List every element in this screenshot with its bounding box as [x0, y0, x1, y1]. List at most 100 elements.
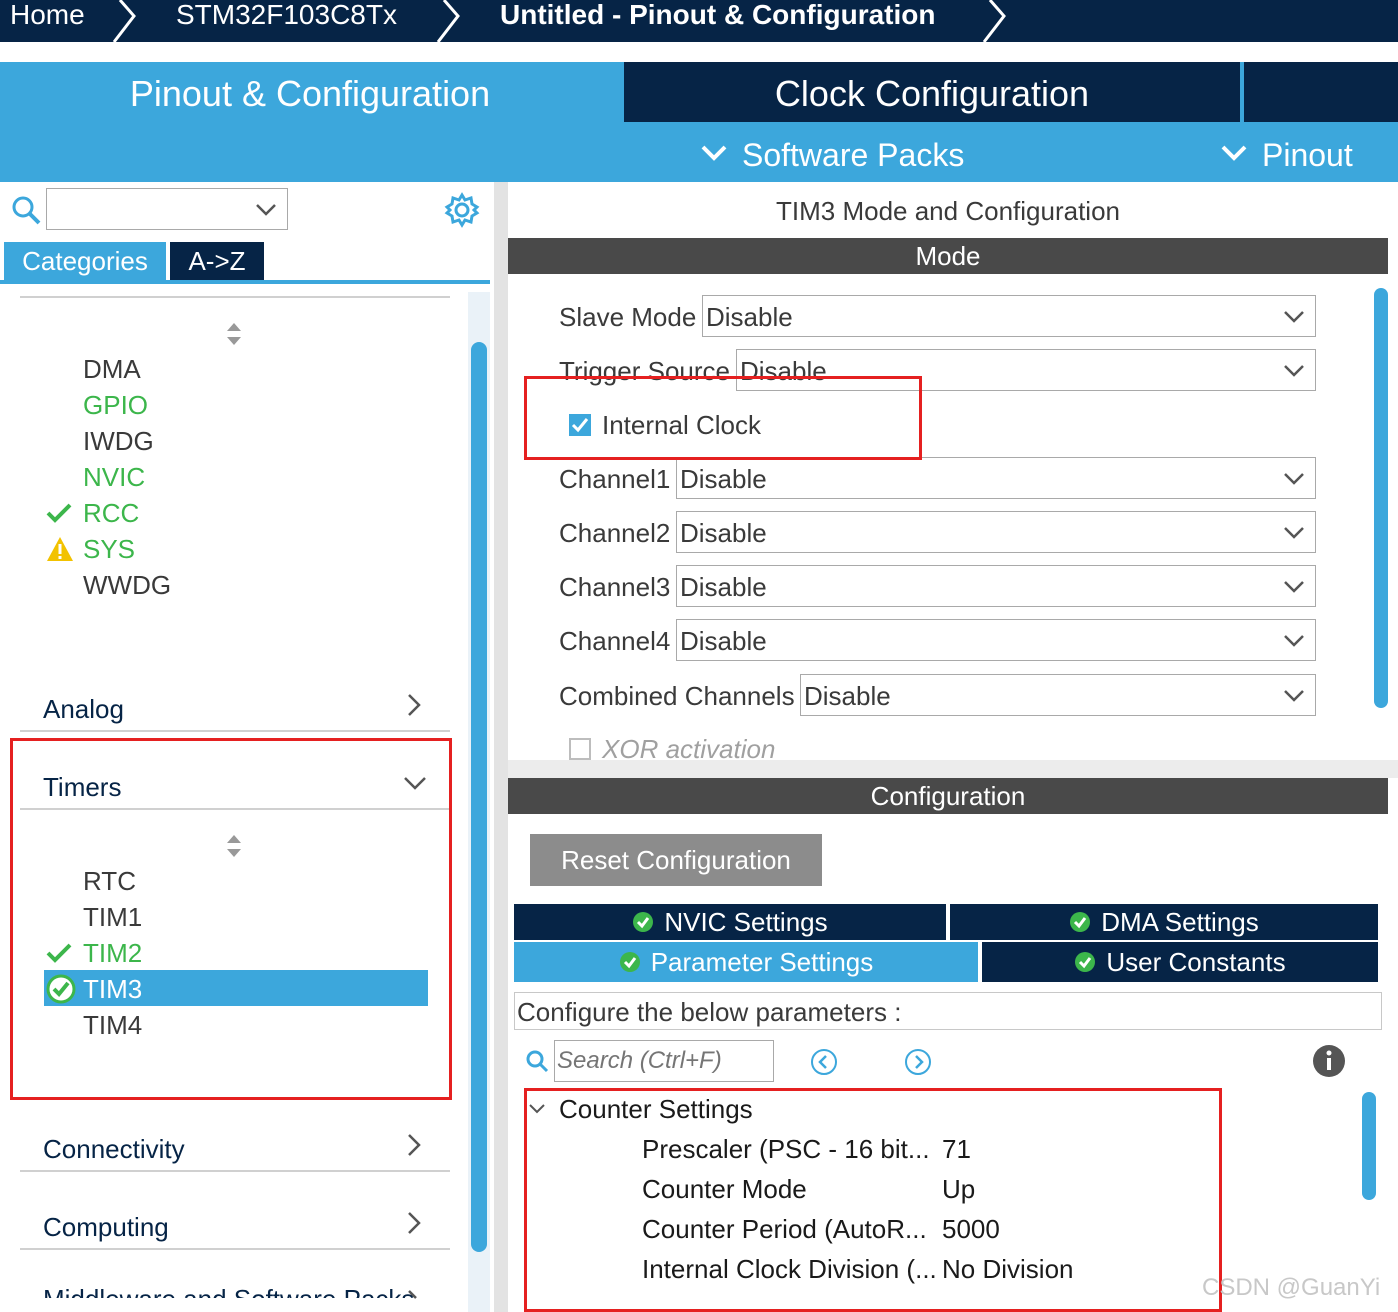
breadcrumb-home[interactable]: Home — [10, 0, 85, 34]
channel2-value: Disable — [680, 518, 767, 548]
mode-header: Mode — [508, 238, 1388, 274]
check-circle-icon — [1075, 952, 1096, 973]
category-computing[interactable]: Computing — [43, 1212, 169, 1242]
chevron-down-icon — [1284, 581, 1304, 593]
pinout-menu-label: Pinout — [1262, 137, 1353, 173]
sub-menu-bar: Software Packs Pinout — [0, 122, 1398, 182]
divider — [20, 1248, 450, 1250]
divider — [20, 730, 450, 732]
highlight-box — [10, 738, 452, 1100]
divider — [20, 296, 450, 298]
slave-mode-value: Disable — [706, 302, 793, 332]
highlight-box — [524, 1088, 1222, 1312]
previous-icon[interactable] — [810, 1048, 838, 1076]
pinout-menu[interactable]: Pinout — [1220, 122, 1353, 182]
parameter-search-input[interactable] — [554, 1040, 774, 1082]
chevron-down-icon — [701, 145, 727, 161]
channel4-select[interactable]: Disable — [676, 619, 1316, 661]
tab-project-manager[interactable] — [1244, 62, 1398, 122]
channel1-select[interactable]: Disable — [676, 457, 1316, 499]
mode-scrollbar[interactable] — [1374, 288, 1388, 708]
tab-parameter-settings[interactable]: Parameter Settings — [514, 942, 978, 982]
software-packs-menu[interactable]: Software Packs — [700, 122, 964, 182]
channel4-label: Channel4 — [559, 626, 671, 656]
breadcrumb: Home STM32F103C8Tx Untitled - Pinout & C… — [0, 0, 1398, 42]
breadcrumb-project[interactable]: Untitled - Pinout & Configuration — [500, 0, 935, 34]
slave-mode-select[interactable]: Disable — [702, 295, 1316, 337]
list-item-nvic[interactable]: NVIC — [83, 462, 145, 492]
tab-nvic-settings[interactable]: NVIC Settings — [514, 904, 946, 940]
list-item-dma[interactable]: DMA — [83, 354, 141, 384]
check-circle-icon — [1070, 912, 1091, 933]
tab-underline — [0, 280, 490, 284]
channel3-value: Disable — [680, 572, 767, 602]
combined-channels-label: Combined Channels — [559, 681, 795, 711]
breadcrumb-chevron-icon — [982, 0, 1006, 42]
category-scrollbar[interactable] — [471, 342, 487, 1252]
search-icon[interactable] — [524, 1048, 550, 1074]
category-middleware[interactable]: Middleware and Software Packs — [43, 1284, 414, 1298]
tab-dma-settings-label: DMA Settings — [1101, 907, 1259, 937]
section-gap — [508, 760, 1398, 778]
search-icon[interactable] — [10, 194, 42, 226]
channel1-value: Disable — [680, 464, 767, 494]
chevron-down-icon — [1284, 473, 1304, 485]
list-item-rcc[interactable]: RCC — [83, 498, 139, 528]
chevron-down-icon — [1284, 635, 1304, 647]
tab-dma-settings[interactable]: DMA Settings — [950, 904, 1378, 940]
slave-mode-label: Slave Mode — [559, 302, 697, 332]
tab-clock-configuration[interactable]: Clock Configuration — [624, 62, 1240, 122]
channel2-select[interactable]: Disable — [676, 511, 1316, 553]
category-search-combo[interactable] — [46, 188, 288, 230]
next-icon[interactable] — [904, 1048, 932, 1076]
check-circle-icon — [633, 912, 654, 933]
chevron-right-icon[interactable] — [404, 1132, 424, 1158]
main-tab-bar: Pinout & Configuration Clock Configurati… — [0, 62, 1398, 122]
divider — [20, 1170, 450, 1172]
breadcrumb-chevron-icon — [112, 0, 136, 42]
tab-a-to-z[interactable]: A->Z — [170, 242, 264, 280]
info-icon[interactable] — [1312, 1044, 1346, 1078]
breadcrumb-chevron-icon — [436, 0, 460, 42]
tab-parameter-settings-label: Parameter Settings — [650, 947, 874, 977]
list-item-sys[interactable]: SYS — [83, 534, 135, 564]
panel-splitter[interactable] — [494, 182, 508, 1312]
tab-user-constants-label: User Constants — [1106, 947, 1286, 977]
tab-user-constants[interactable]: User Constants — [982, 942, 1378, 982]
category-analog[interactable]: Analog — [43, 694, 124, 724]
channel2-label: Channel2 — [559, 518, 671, 548]
software-packs-label: Software Packs — [742, 137, 965, 173]
category-connectivity[interactable]: Connectivity — [43, 1134, 185, 1164]
configure-description: Configure the below parameters : — [514, 992, 1382, 1030]
reset-configuration-button[interactable]: Reset Configuration — [530, 834, 822, 886]
channel3-select[interactable]: Disable — [676, 565, 1316, 607]
chevron-down-icon — [1284, 690, 1304, 702]
parameter-scrollbar[interactable] — [1362, 1092, 1376, 1200]
warning-icon — [47, 537, 73, 561]
chevron-right-icon[interactable] — [404, 1288, 424, 1300]
list-item-iwdg[interactable]: IWDG — [83, 426, 154, 456]
channel4-value: Disable — [680, 626, 767, 656]
tab-categories[interactable]: Categories — [4, 242, 166, 280]
tab-pinout-configuration[interactable]: Pinout & Configuration — [0, 62, 620, 122]
combined-channels-select[interactable]: Disable — [800, 674, 1316, 716]
list-item-wwdg[interactable]: WWDG — [83, 570, 171, 600]
gear-icon[interactable] — [444, 192, 480, 228]
breadcrumb-device[interactable]: STM32F103C8Tx — [176, 0, 397, 34]
check-circle-icon — [619, 952, 640, 973]
check-icon — [46, 503, 72, 523]
chevron-down-icon — [1284, 527, 1304, 539]
page-title: TIM3 Mode and Configuration — [776, 196, 1120, 226]
highlight-box — [524, 376, 922, 460]
list-item-gpio[interactable]: GPIO — [83, 390, 148, 420]
chevron-down-icon — [1221, 145, 1247, 161]
sort-icon[interactable] — [226, 322, 242, 346]
channel1-label: Channel1 — [559, 464, 671, 494]
configuration-header: Configuration — [508, 778, 1388, 814]
xor-activation-checkbox[interactable] — [569, 738, 591, 760]
mode-configuration-panel: TIM3 Mode and Configuration Mode Slave M… — [508, 182, 1398, 1312]
chevron-down-icon — [1284, 311, 1304, 323]
chevron-right-icon[interactable] — [404, 1210, 424, 1236]
chevron-right-icon[interactable] — [404, 692, 424, 718]
category-panel: Categories A->Z DMA GPIO IWDG NVIC RCC S… — [0, 182, 494, 1312]
